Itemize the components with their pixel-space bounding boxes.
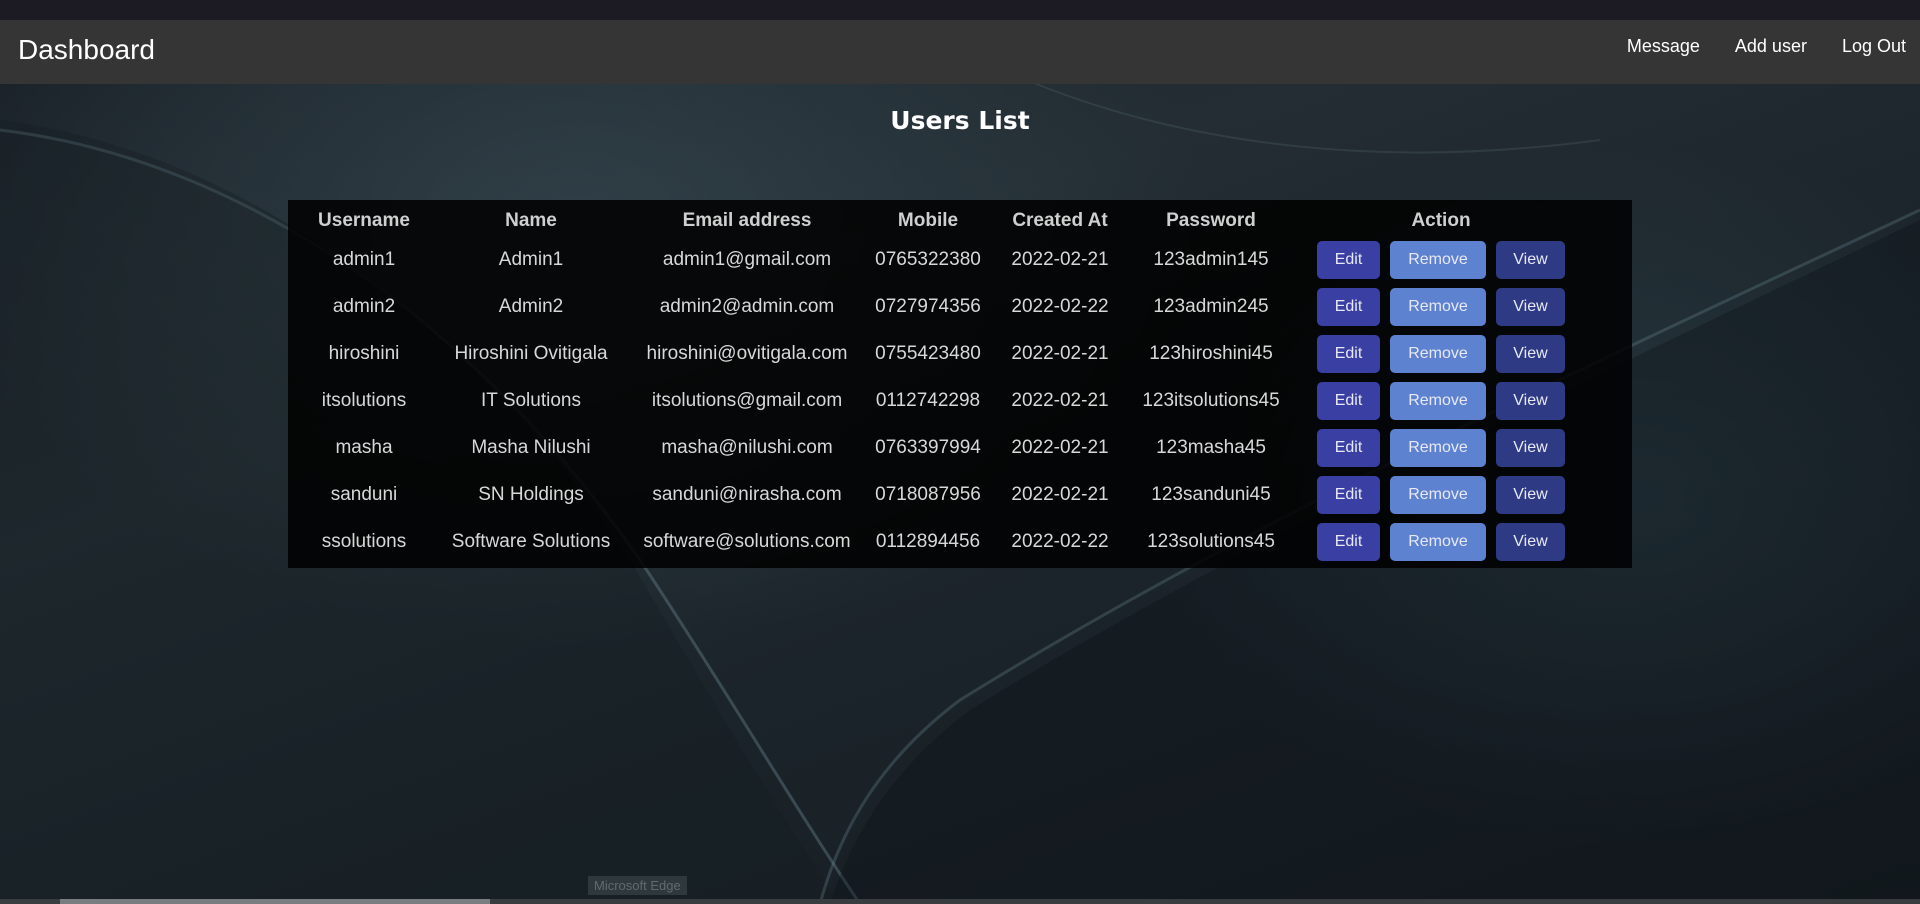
- remove-button[interactable]: Remove: [1390, 334, 1486, 373]
- cell-password: 123admin145: [1153, 248, 1269, 270]
- table-row: itsolutions IT Solutions itsolutions@gma…: [298, 377, 1586, 424]
- view-button[interactable]: View: [1496, 522, 1565, 561]
- edit-button[interactable]: Edit: [1317, 522, 1380, 561]
- header-username: Username: [318, 210, 410, 231]
- view-button[interactable]: View: [1496, 381, 1565, 420]
- view-button[interactable]: View: [1496, 334, 1565, 373]
- table-row: admin1 Admin1 admin1@gmail.com 076532238…: [298, 236, 1586, 283]
- cell-email: sanduni@nirasha.com: [652, 483, 842, 505]
- cell-username: masha: [335, 436, 393, 458]
- cell-mobile: 0763397994: [875, 436, 981, 458]
- cell-password: 123hiroshini45: [1149, 342, 1273, 364]
- header-created-at: Created At: [1012, 210, 1108, 231]
- nav-link-add-user[interactable]: Add user: [1735, 36, 1807, 57]
- header-password: Password: [1166, 210, 1256, 231]
- taskbar-tooltip: Microsoft Edge: [588, 876, 687, 895]
- cell-username: admin1: [332, 248, 396, 270]
- header-email: Email address: [682, 210, 812, 231]
- cell-name: Admin1: [498, 248, 564, 270]
- cell-mobile: 0755423480: [875, 342, 981, 364]
- cell-password: 123sanduni45: [1151, 483, 1271, 505]
- table-row: masha Masha Nilushi masha@nilushi.com 07…: [298, 424, 1586, 471]
- cell-password: 123solutions45: [1147, 530, 1275, 552]
- table-row: sanduni SN Holdings sanduni@nirasha.com …: [298, 471, 1586, 518]
- page-title: Users List: [890, 106, 1030, 135]
- cell-username: itsolutions: [321, 389, 407, 411]
- cell-actions: Edit Remove View: [1296, 471, 1586, 518]
- view-button[interactable]: View: [1496, 428, 1565, 467]
- cell-name: Admin2: [498, 295, 564, 317]
- cell-created-at: 2022-02-21: [1011, 248, 1109, 270]
- cell-name: Hiroshini Ovitigala: [454, 342, 608, 364]
- header-name: Name: [505, 210, 557, 231]
- cell-name: Software Solutions: [451, 530, 611, 552]
- remove-button[interactable]: Remove: [1390, 475, 1486, 514]
- cell-mobile: 0112742298: [875, 389, 981, 411]
- edit-button[interactable]: Edit: [1317, 287, 1380, 326]
- cell-actions: Edit Remove View: [1296, 236, 1586, 283]
- cell-mobile: 0727974356: [875, 295, 981, 317]
- nav-link-log-out[interactable]: Log Out: [1842, 36, 1906, 57]
- remove-button[interactable]: Remove: [1390, 287, 1486, 326]
- table-row: hiroshini Hiroshini Ovitigala hiroshini@…: [298, 330, 1586, 377]
- cell-mobile: 0718087956: [875, 483, 981, 505]
- remove-button[interactable]: Remove: [1390, 522, 1486, 561]
- view-button[interactable]: View: [1496, 287, 1565, 326]
- cell-actions: Edit Remove View: [1296, 377, 1586, 424]
- cell-username: admin2: [332, 295, 396, 317]
- cell-password: 123masha45: [1156, 436, 1266, 458]
- table-row: ssolutions Software Solutions software@s…: [298, 518, 1586, 565]
- cell-name: IT Solutions: [481, 389, 581, 411]
- nav-link-message[interactable]: Message: [1627, 36, 1700, 57]
- cell-email: itsolutions@gmail.com: [651, 389, 843, 411]
- cell-email: admin2@admin.com: [659, 295, 835, 317]
- table-row: admin2 Admin2 admin2@admin.com 072797435…: [298, 283, 1586, 330]
- edit-button[interactable]: Edit: [1317, 475, 1380, 514]
- view-button[interactable]: View: [1496, 475, 1565, 514]
- users-table-panel: Username Name Email address Mobile Creat…: [288, 200, 1632, 568]
- remove-button[interactable]: Remove: [1390, 428, 1486, 467]
- view-button[interactable]: View: [1496, 240, 1565, 279]
- cell-created-at: 2022-02-21: [1011, 342, 1109, 364]
- cell-created-at: 2022-02-21: [1011, 436, 1109, 458]
- cell-name: Masha Nilushi: [471, 436, 591, 458]
- edit-button[interactable]: Edit: [1317, 381, 1380, 420]
- cell-email: hiroshini@ovitigala.com: [646, 342, 848, 364]
- cell-actions: Edit Remove View: [1296, 330, 1586, 377]
- cell-email: admin1@gmail.com: [662, 248, 832, 270]
- cell-actions: Edit Remove View: [1296, 518, 1586, 565]
- dashboard-brand-link[interactable]: Dashboard: [18, 34, 155, 66]
- cell-created-at: 2022-02-21: [1011, 483, 1109, 505]
- cell-username: sanduni: [330, 483, 398, 505]
- cell-name: SN Holdings: [478, 483, 584, 505]
- cell-created-at: 2022-02-21: [1011, 389, 1109, 411]
- edit-button[interactable]: Edit: [1317, 240, 1380, 279]
- cell-mobile: 0112894456: [875, 530, 981, 552]
- cell-created-at: 2022-02-22: [1011, 530, 1109, 552]
- cell-username: hiroshini: [328, 342, 400, 364]
- table-header-row: Username Name Email address Mobile Creat…: [298, 206, 1586, 236]
- navbar: Dashboard Message Add user Log Out: [0, 20, 1920, 84]
- header-mobile: Mobile: [897, 210, 959, 231]
- cell-actions: Edit Remove View: [1296, 424, 1586, 471]
- remove-button[interactable]: Remove: [1390, 381, 1486, 420]
- edit-button[interactable]: Edit: [1317, 334, 1380, 373]
- remove-button[interactable]: Remove: [1390, 240, 1486, 279]
- nav-links: Message Add user Log Out: [1592, 36, 1906, 57]
- cell-mobile: 0765322380: [875, 248, 981, 270]
- cell-email: software@solutions.com: [643, 530, 851, 552]
- users-table: Username Name Email address Mobile Creat…: [298, 206, 1586, 565]
- edit-button[interactable]: Edit: [1317, 428, 1380, 467]
- cell-password: 123admin245: [1153, 295, 1269, 317]
- top-strip: [0, 0, 1920, 20]
- cell-created-at: 2022-02-22: [1011, 295, 1109, 317]
- cell-password: 123itsolutions45: [1142, 389, 1280, 411]
- cell-username: ssolutions: [321, 530, 407, 552]
- scrollbar-thumb[interactable]: [60, 899, 490, 904]
- header-action: Action: [1411, 210, 1471, 231]
- cell-email: masha@nilushi.com: [661, 436, 833, 458]
- cell-actions: Edit Remove View: [1296, 283, 1586, 330]
